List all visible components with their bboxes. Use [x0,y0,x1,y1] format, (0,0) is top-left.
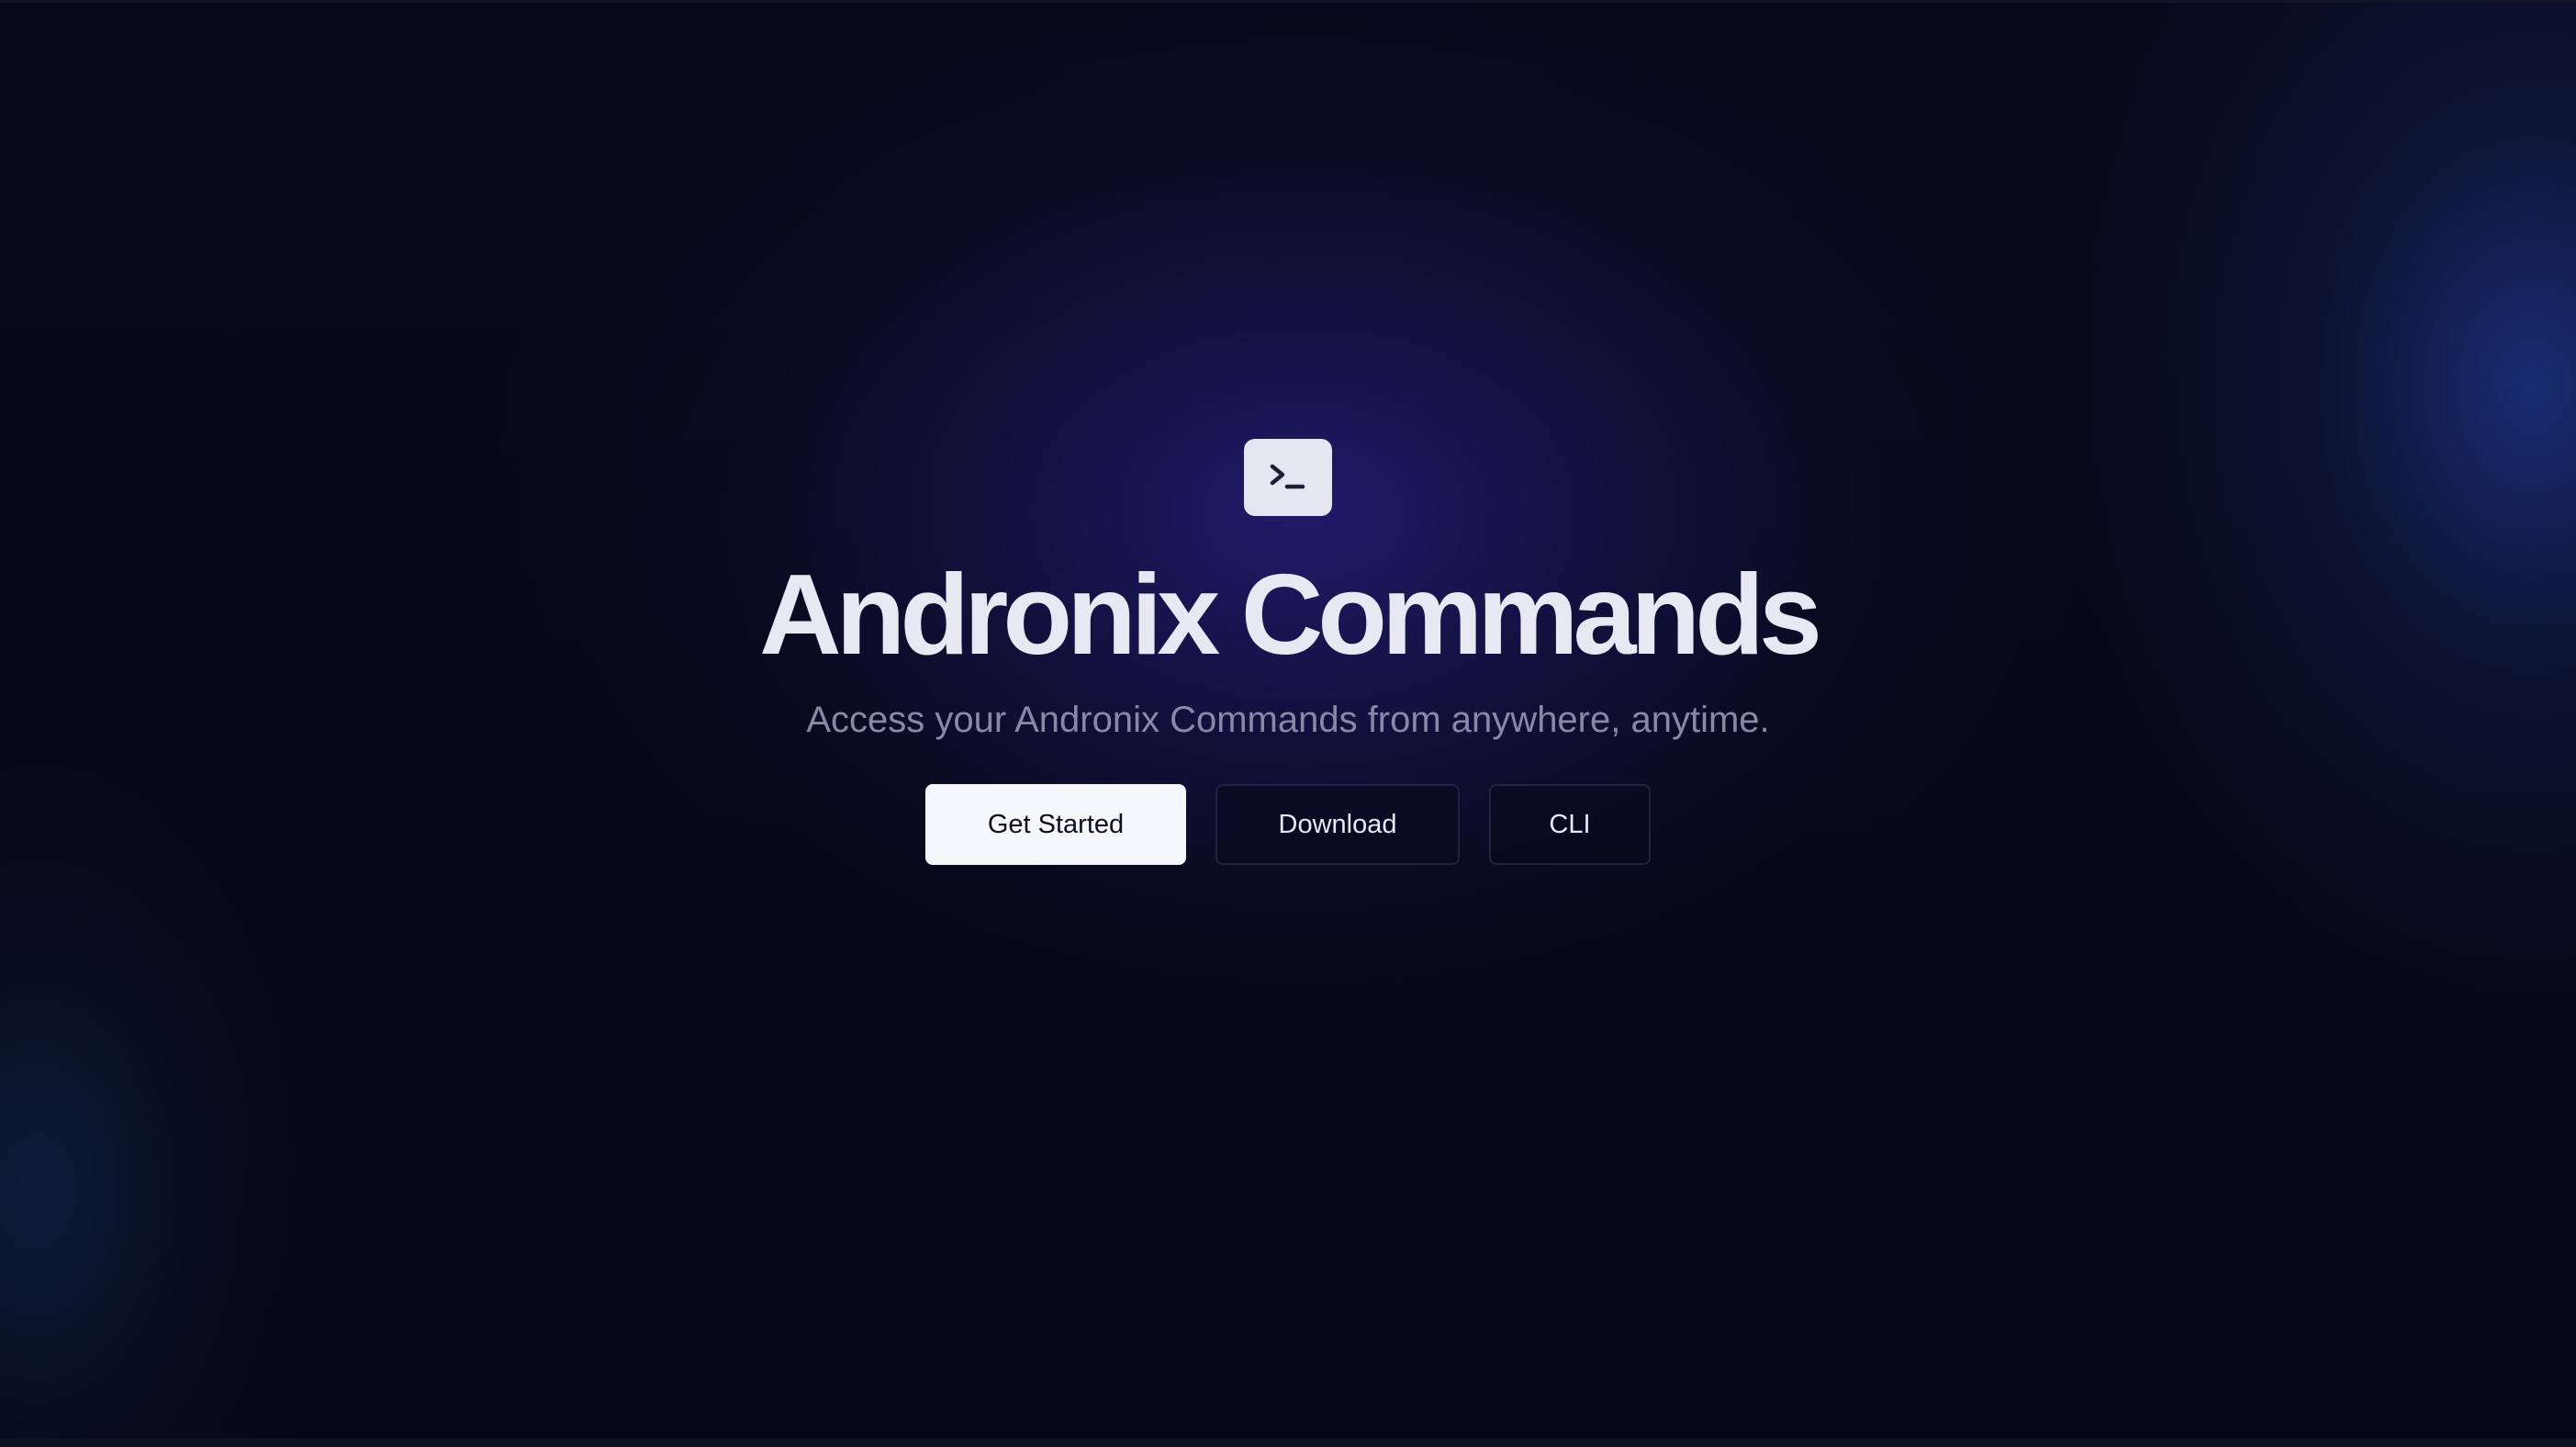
action-buttons: Get Started Download CLI [925,784,1651,865]
download-button[interactable]: Download [1215,784,1460,865]
page-subtitle: Access your Andronix Commands from anywh… [806,700,1770,740]
page-title: Andronix Commands [759,552,1822,679]
terminal-icon [1244,439,1332,516]
top-border [0,0,2576,3]
cli-button[interactable]: CLI [1489,784,1651,865]
landing-page: Andronix Commands Access your Andronix C… [0,0,2576,1447]
bottom-border [0,1438,2576,1447]
get-started-button[interactable]: Get Started [925,784,1186,865]
hero-section: Andronix Commands Access your Andronix C… [0,439,2576,865]
